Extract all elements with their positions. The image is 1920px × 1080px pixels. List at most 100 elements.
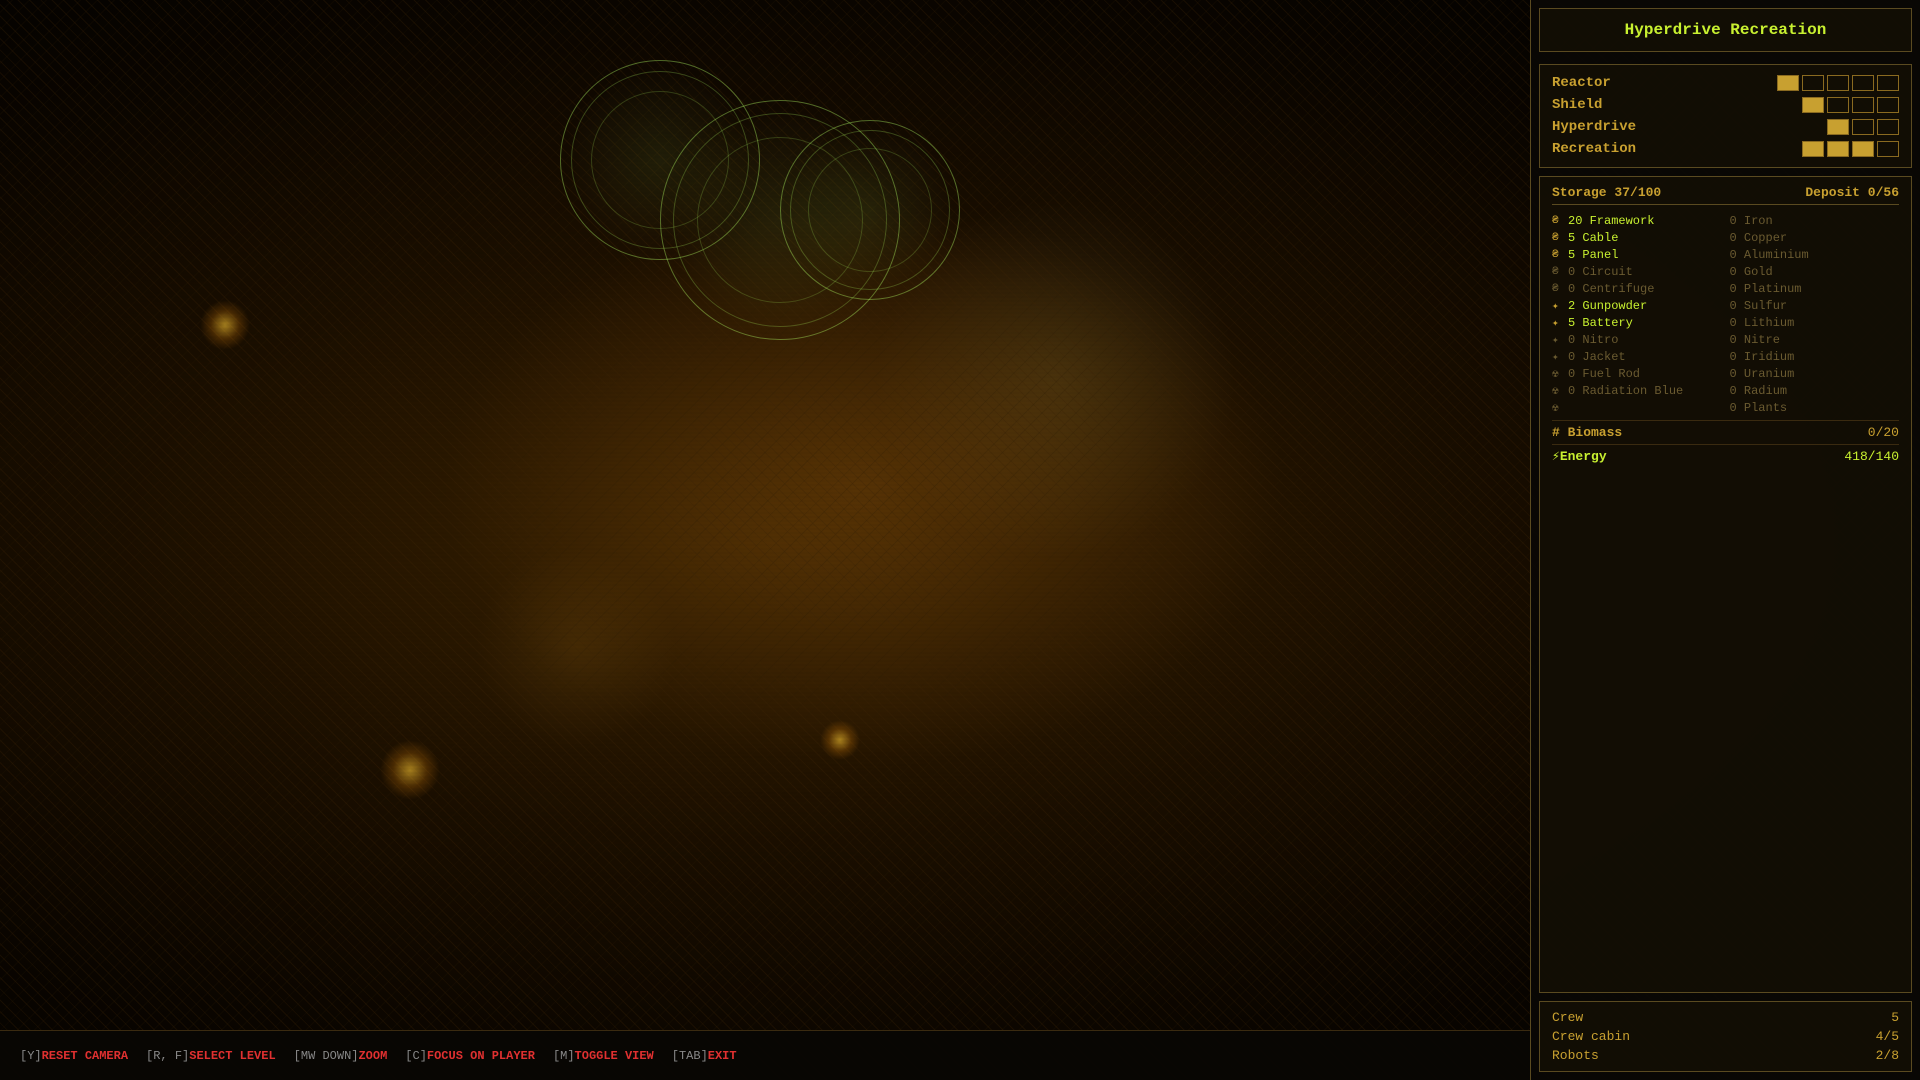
resource-radium-deposit: 0 Radium — [1730, 383, 1900, 399]
cable-icon: ₴ — [1552, 232, 1564, 244]
biomass-value: 0/20 — [1868, 425, 1899, 440]
radium-deposit-text: 0 Radium — [1730, 384, 1788, 398]
bracket-open-1: [Y] — [20, 1049, 42, 1063]
resources-grid: ₴ 20 Framework 0 Iron ₴ 5 Cable 0 Copper… — [1552, 213, 1899, 416]
module-title: Hyperdrive Recreation — [1552, 19, 1899, 41]
zoom-action: ZOOM — [358, 1049, 387, 1063]
select-level-action: SELECT LEVEL — [189, 1049, 275, 1063]
hotkey-reset-camera[interactable]: [Y] RESET CAMERA — [20, 1049, 128, 1063]
shield-bar-4 — [1877, 97, 1899, 113]
reactor-bars — [1777, 75, 1899, 91]
shield-bar-1 — [1802, 97, 1824, 113]
recreation-bar-2 — [1827, 141, 1849, 157]
reactor-bar-3 — [1827, 75, 1849, 91]
hyperdrive-label: Hyperdrive — [1552, 119, 1652, 135]
resource-gunpowder: ✦ 2 Gunpowder — [1552, 298, 1722, 314]
reactor-row: Reactor — [1552, 75, 1899, 91]
glow-engine-1 — [380, 740, 440, 800]
resource-iron-deposit: 0 Iron — [1730, 213, 1900, 229]
reactor-bar-1 — [1777, 75, 1799, 91]
toggle-view-action: TOGGLE VIEW — [575, 1049, 654, 1063]
nitre-deposit-text: 0 Nitre — [1730, 333, 1780, 347]
crew-cabin-label: Crew cabin — [1552, 1029, 1630, 1044]
hotkey-toggle-view[interactable]: [M] TOGGLE VIEW — [553, 1049, 654, 1063]
framework-icon: ₴ — [1552, 215, 1564, 227]
platinum-deposit-text: 0 Platinum — [1730, 282, 1802, 296]
reactor-label: Reactor — [1552, 75, 1652, 91]
energy-row: ⚡Energy 418/140 — [1552, 444, 1899, 464]
exit-action: EXIT — [708, 1049, 737, 1063]
hyperdrive-bar-3 — [1877, 119, 1899, 135]
centrifuge-text: 0 Centrifuge — [1568, 282, 1654, 296]
resource-centrifuge: ₴ 0 Centrifuge — [1552, 281, 1722, 297]
focus-player-action: FOCUS ON PLAYER — [427, 1049, 535, 1063]
reactor-bar-5 — [1877, 75, 1899, 91]
resource-uranium-deposit: 0 Uranium — [1730, 366, 1900, 382]
exit-key: [TAB] — [672, 1049, 708, 1063]
biomass-label: # Biomass — [1552, 425, 1622, 440]
lithium-deposit-text: 0 Lithium — [1730, 316, 1795, 330]
reactor-bar-2 — [1802, 75, 1824, 91]
gunpowder-icon: ✦ — [1552, 299, 1564, 313]
hotkey-select-level[interactable]: [R, F] SELECT LEVEL — [146, 1049, 276, 1063]
robots-value: 2/8 — [1876, 1048, 1899, 1063]
recreation-label: Recreation — [1552, 141, 1652, 157]
resource-cable: ₴ 5 Cable — [1552, 230, 1722, 246]
iron-deposit-text: 0 Iron — [1730, 214, 1773, 228]
recreation-bar-1 — [1802, 141, 1824, 157]
crew-block: Crew 5 Crew cabin 4/5 Robots 2/8 — [1539, 1001, 1912, 1072]
cable-text: 5 Cable — [1568, 231, 1618, 245]
resource-copper-deposit: 0 Copper — [1730, 230, 1900, 246]
crew-cabin-row: Crew cabin 4/5 — [1552, 1029, 1899, 1044]
biomass-row: # Biomass 0/20 — [1552, 420, 1899, 440]
empty-icon: ☢ — [1552, 401, 1564, 415]
resource-radiationblue: ☢ 0 Radiation Blue — [1552, 383, 1722, 399]
radiationblue-text: 0 Radiation Blue — [1568, 384, 1683, 398]
shield-bar-3 — [1852, 97, 1874, 113]
energy-value: 418/140 — [1844, 449, 1899, 464]
resource-panel: ₴ 5 Panel — [1552, 247, 1722, 263]
shield-row: Shield — [1552, 97, 1899, 113]
crew-count-row: Crew 5 — [1552, 1010, 1899, 1025]
resource-empty-left: ☢ — [1552, 400, 1722, 416]
resource-aluminium-deposit: 0 Aluminium — [1730, 247, 1900, 263]
resource-iridium-deposit: 0 Iridium — [1730, 349, 1900, 365]
resource-circuit: ₴ 0 Circuit — [1552, 264, 1722, 280]
fuelrod-icon: ☢ — [1552, 367, 1564, 381]
glow-engine-2 — [820, 720, 860, 760]
hotkey-zoom[interactable]: [MW DOWN] ZOOM — [294, 1049, 388, 1063]
ship-stats-block: Reactor Shield Hyperdrive — [1539, 64, 1912, 168]
energy-label: ⚡Energy — [1552, 449, 1607, 464]
resource-framework: ₴ 20 Framework — [1552, 213, 1722, 229]
zoom-key: [MW DOWN] — [294, 1049, 359, 1063]
recreation-row: Recreation — [1552, 141, 1899, 157]
framework-text: 20 Framework — [1568, 214, 1654, 228]
recreation-bar-4 — [1877, 141, 1899, 157]
deposit-title: Deposit 0/56 — [1805, 185, 1899, 200]
gold-deposit-text: 0 Gold — [1730, 265, 1773, 279]
shield-label: Shield — [1552, 97, 1652, 113]
plants-deposit-text: 0 Plants — [1730, 401, 1788, 415]
uranium-deposit-text: 0 Uranium — [1730, 367, 1795, 381]
resource-nitre-deposit: 0 Nitre — [1730, 332, 1900, 348]
toggle-view-key: [M] — [553, 1049, 575, 1063]
module-info-block: Hyperdrive Recreation — [1539, 8, 1912, 52]
right-panel: Hyperdrive Recreation Reactor Shield H — [1530, 0, 1920, 1080]
glow-engine-3 — [200, 300, 250, 350]
shield-bars — [1802, 97, 1899, 113]
hotkey-exit[interactable]: [TAB] EXIT — [672, 1049, 737, 1063]
crew-label: Crew — [1552, 1010, 1583, 1025]
battery-icon: ✦ — [1552, 316, 1564, 330]
fuelrod-text: 0 Fuel Rod — [1568, 367, 1640, 381]
nitro-icon: ✦ — [1552, 333, 1564, 347]
hotkey-focus-player[interactable]: [C] FOCUS ON PLAYER — [405, 1049, 535, 1063]
panel-icon: ₴ — [1552, 249, 1564, 261]
dome-3 — [780, 120, 960, 300]
resource-nitro: ✦ 0 Nitro — [1552, 332, 1722, 348]
storage-header: Storage 37/100 Deposit 0/56 — [1552, 185, 1899, 205]
reactor-bar-4 — [1852, 75, 1874, 91]
battery-text: 5 Battery — [1568, 316, 1633, 330]
resource-lithium-deposit: 0 Lithium — [1730, 315, 1900, 331]
recreation-bars — [1802, 141, 1899, 157]
jacket-icon: ✦ — [1552, 350, 1564, 364]
